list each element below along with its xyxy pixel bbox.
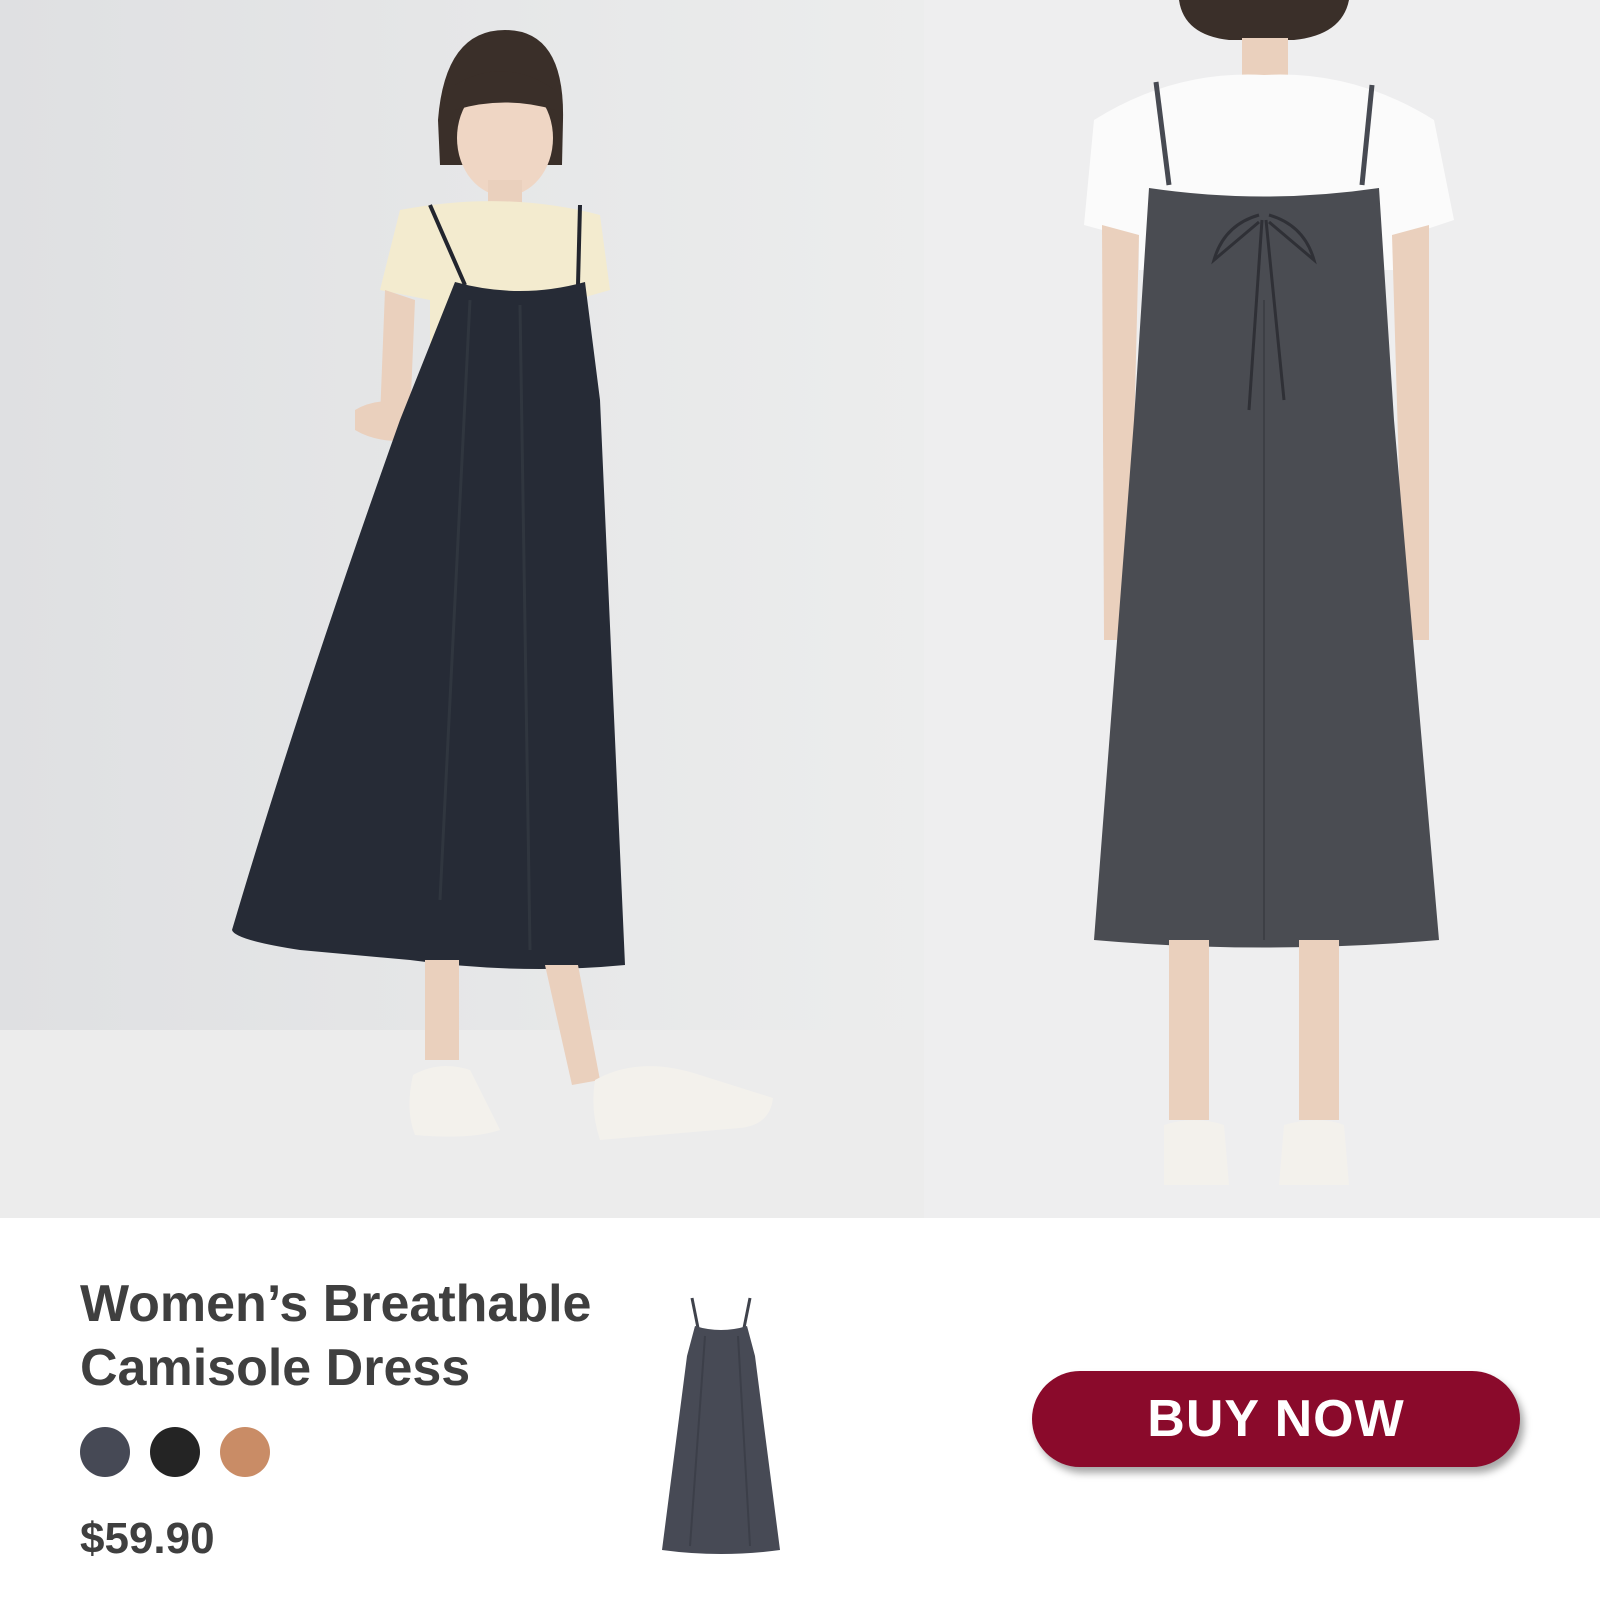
product-photo-front [0, 0, 924, 1218]
swatch-navy-grey[interactable] [80, 1427, 130, 1477]
product-thumbnail[interactable] [650, 1296, 795, 1556]
product-title-line1: Women’s Breathable [80, 1275, 592, 1333]
color-swatches [80, 1427, 270, 1477]
product-price: $59.90 [80, 1514, 215, 1563]
product-title: Women’s Breathable Camisole Dress [80, 1272, 640, 1400]
swatch-black[interactable] [150, 1427, 200, 1477]
product-photo-back [924, 0, 1600, 1218]
buy-now-button[interactable]: BUY NOW [1032, 1371, 1520, 1467]
product-title-line2: Camisole Dress [80, 1339, 471, 1397]
dress-thumbnail-image [662, 1297, 780, 1554]
swatch-tan[interactable] [220, 1427, 270, 1477]
